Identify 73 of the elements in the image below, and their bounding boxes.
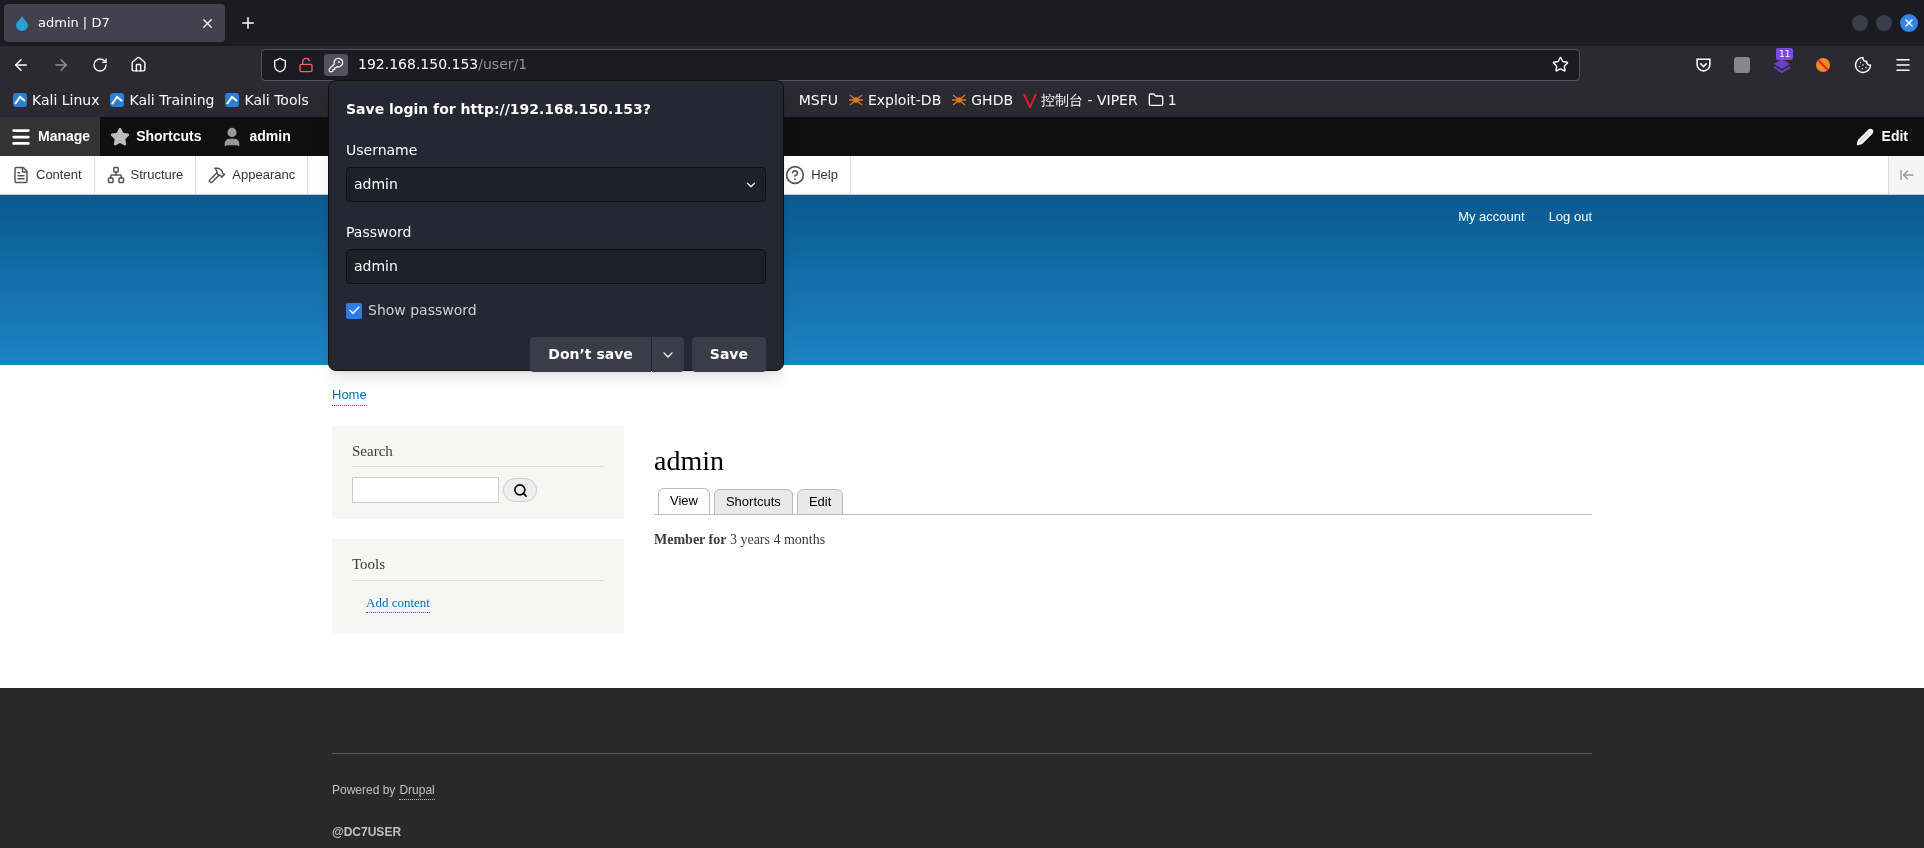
pencil-icon — [1855, 127, 1874, 146]
folder-icon — [1147, 92, 1164, 108]
bookmark-link[interactable]: Exploit-DB — [867, 89, 942, 111]
v-logo-icon — [1023, 92, 1037, 108]
dont-save-button[interactable]: Don’t save — [530, 337, 651, 372]
password-field[interactable]: admin — [346, 249, 766, 284]
hierarchy-icon — [106, 166, 125, 184]
shield-icon — [272, 56, 288, 73]
star-icon — [110, 126, 131, 147]
username-field[interactable]: admin — [346, 167, 766, 202]
badge-count: 11 — [1776, 47, 1794, 60]
cookie-icon[interactable] — [1854, 55, 1872, 74]
tools-link[interactable]: Add content — [366, 592, 430, 613]
blocked-extension-icon[interactable] — [1814, 55, 1832, 74]
reload-icon[interactable] — [92, 56, 108, 73]
bookmark-link[interactable]: 控制台 - VIPER — [1041, 89, 1138, 111]
save-button[interactable]: Save — [691, 337, 766, 372]
browser-tab[interactable]: admin | D7 — [4, 4, 225, 42]
edit-button[interactable]: Edit — [1839, 117, 1924, 156]
bookmark-link[interactable]: Kali Training — [129, 89, 215, 111]
page-tab[interactable]: View — [658, 487, 710, 514]
page-tab[interactable]: Shortcuts — [713, 488, 793, 515]
document-icon — [12, 166, 30, 184]
search-icon — [512, 482, 528, 498]
dialog-title: Save login for http://192.168.150.153? — [346, 100, 652, 119]
bookmark-link[interactable]: Kali Linux — [32, 89, 100, 111]
checkbox[interactable] — [346, 302, 362, 319]
tray-item[interactable]: Content — [0, 156, 95, 194]
extension-icon[interactable] — [1734, 56, 1750, 73]
check-icon — [347, 304, 361, 317]
collapse-icon — [1898, 167, 1915, 183]
powered-by-text: Powered by — [332, 782, 396, 799]
address-bar[interactable]: 192.168.150.153/user/1 — [261, 48, 1580, 81]
header-link[interactable]: Log out — [1548, 207, 1592, 227]
toolbar-item[interactable]: Manage — [0, 117, 101, 156]
breadcrumb-link[interactable]: Home — [332, 385, 367, 406]
help-icon — [785, 165, 806, 185]
member-for-text: Member for 3 years 4 months — [654, 530, 827, 549]
key-icon — [328, 56, 344, 73]
block-title: Search — [352, 439, 604, 467]
footer-tagline: @DC7USER — [332, 824, 403, 841]
bookmark-link[interactable]: Kali Tools — [244, 89, 309, 111]
tab-title: admin | D7 — [38, 14, 111, 33]
toolbar-item[interactable]: admin — [211, 117, 301, 156]
url-text: 192.168.150.153/user/1 — [358, 55, 529, 74]
footer-link[interactable]: Drupal — [399, 781, 435, 800]
bookmark-link[interactable]: 1 — [1167, 89, 1177, 111]
home-icon[interactable] — [130, 56, 147, 73]
header-link[interactable]: My account — [1458, 207, 1525, 227]
drop-logo-icon — [14, 15, 30, 31]
page-title: admin — [654, 443, 725, 478]
search-button[interactable] — [503, 478, 537, 502]
tray-item[interactable]: Appearanc — [196, 156, 309, 194]
close-button[interactable] — [1900, 14, 1918, 32]
bookmark-star-icon[interactable] — [1552, 56, 1569, 73]
field-label: Username — [346, 141, 419, 160]
dropdown-button[interactable] — [651, 337, 684, 372]
tray-item[interactable]: Structure — [94, 156, 197, 194]
block-title: Tools — [352, 553, 604, 581]
spider-icon — [951, 92, 968, 108]
new-tab-icon[interactable] — [239, 14, 257, 32]
key-button[interactable] — [324, 53, 348, 76]
close-icon — [1903, 17, 1915, 29]
bookmark-link[interactable]: GHDB — [971, 89, 1013, 111]
spider-icon — [847, 92, 864, 108]
page-tab[interactable]: Edit — [796, 488, 844, 515]
toolbar-item[interactable]: Shortcuts — [100, 117, 212, 156]
search-field[interactable] — [352, 477, 499, 503]
hammer-icon — [208, 166, 227, 184]
lock-icon — [298, 56, 314, 73]
field-label: Password — [346, 223, 413, 242]
bookmark-link[interactable]: MSFU — [798, 89, 838, 111]
checkbox-label: Show password — [368, 301, 477, 320]
